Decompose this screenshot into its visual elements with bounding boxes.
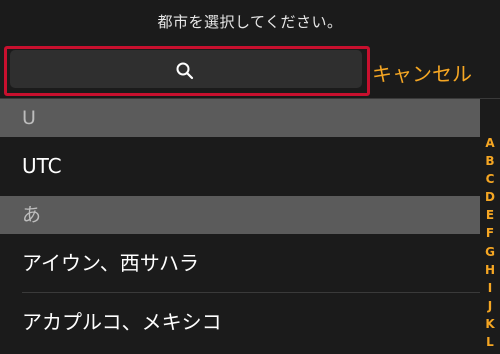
index-letter-c[interactable]: C — [482, 170, 498, 188]
list-item[interactable]: アカプルコ、メキシコ — [0, 293, 480, 351]
index-letter-e[interactable]: E — [482, 206, 498, 224]
index-letter-j[interactable]: J — [482, 297, 498, 315]
search-icon — [176, 62, 194, 80]
search-input[interactable] — [10, 50, 362, 88]
list-item[interactable]: UTC — [0, 137, 480, 195]
list-item[interactable]: アイウン、西サハラ — [0, 234, 480, 292]
index-letter-k[interactable]: K — [482, 315, 498, 333]
page-title: 都市を選択してください。 — [157, 13, 343, 31]
index-letter-b[interactable]: B — [482, 152, 498, 170]
section-header-u: U — [0, 99, 480, 137]
index-letter-h[interactable]: H — [482, 261, 498, 279]
index-letter-f[interactable]: F — [482, 224, 498, 242]
section-index-bar[interactable]: A B C D E F G H I J K L — [482, 134, 498, 351]
cancel-button[interactable]: キャンセル — [372, 58, 472, 87]
section-header-a: あ — [0, 196, 480, 234]
index-letter-i[interactable]: I — [482, 279, 498, 297]
index-letter-g[interactable]: G — [482, 243, 498, 261]
index-letter-a[interactable]: A — [482, 134, 498, 152]
index-letter-l[interactable]: L — [482, 333, 498, 351]
index-letter-d[interactable]: D — [482, 188, 498, 206]
